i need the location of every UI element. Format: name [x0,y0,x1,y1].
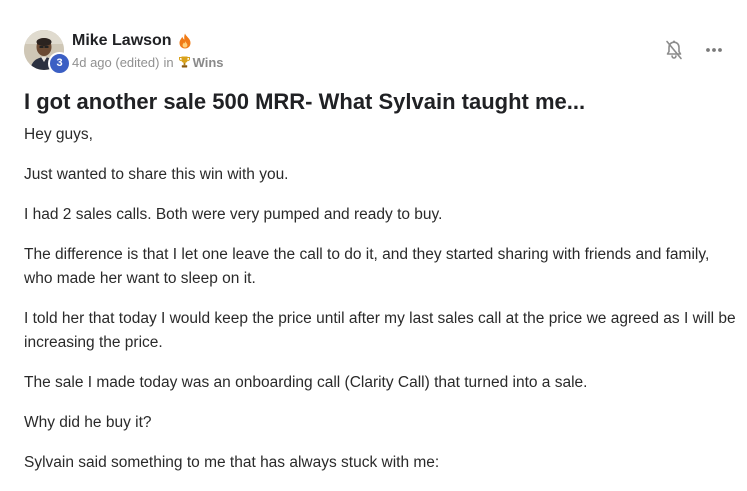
bell-muted-icon[interactable] [665,40,683,60]
post-paragraph: The sale I made today was an onboarding … [24,374,588,391]
post-paragraph: I had 2 sales calls. Both were very pump… [24,206,443,223]
post-paragraph: I told her that today I would keep the p… [24,310,736,351]
trophy-icon [178,56,190,68]
author-avatar[interactable]: 3 [24,30,71,75]
post-header: 3 Mike Lawson 4d ago (edited) in Wins [24,30,724,75]
post-card: 3 Mike Lawson 4d ago (edited) in Wins I … [0,0,747,483]
level-badge: 3 [48,52,71,75]
post-meta: 4d ago (edited) in Wins [72,54,224,70]
post-title: I got another sale 500 MRR- What Sylvain… [24,89,586,114]
more-horizontal-icon[interactable] [705,43,723,57]
post-paragraph: Just wanted to share this win with you. [24,166,289,183]
author-name[interactable]: Mike Lawson [72,32,172,50]
flame-icon [178,33,192,49]
meta-in-label: in [163,54,174,70]
post-paragraph: Why did he buy it? [24,414,152,431]
post-paragraph: The difference is that I let one leave t… [24,246,710,287]
author-line: Mike Lawson [72,31,192,51]
post-paragraph: Sylvain said something to me that has al… [24,454,440,471]
post-paragraph: Hey guys, [24,126,93,143]
post-time: 4d ago (edited) [72,54,160,70]
category-link[interactable]: Wins [193,55,224,70]
post-body: Hey guys, Just wanted to share this win … [24,123,740,491]
